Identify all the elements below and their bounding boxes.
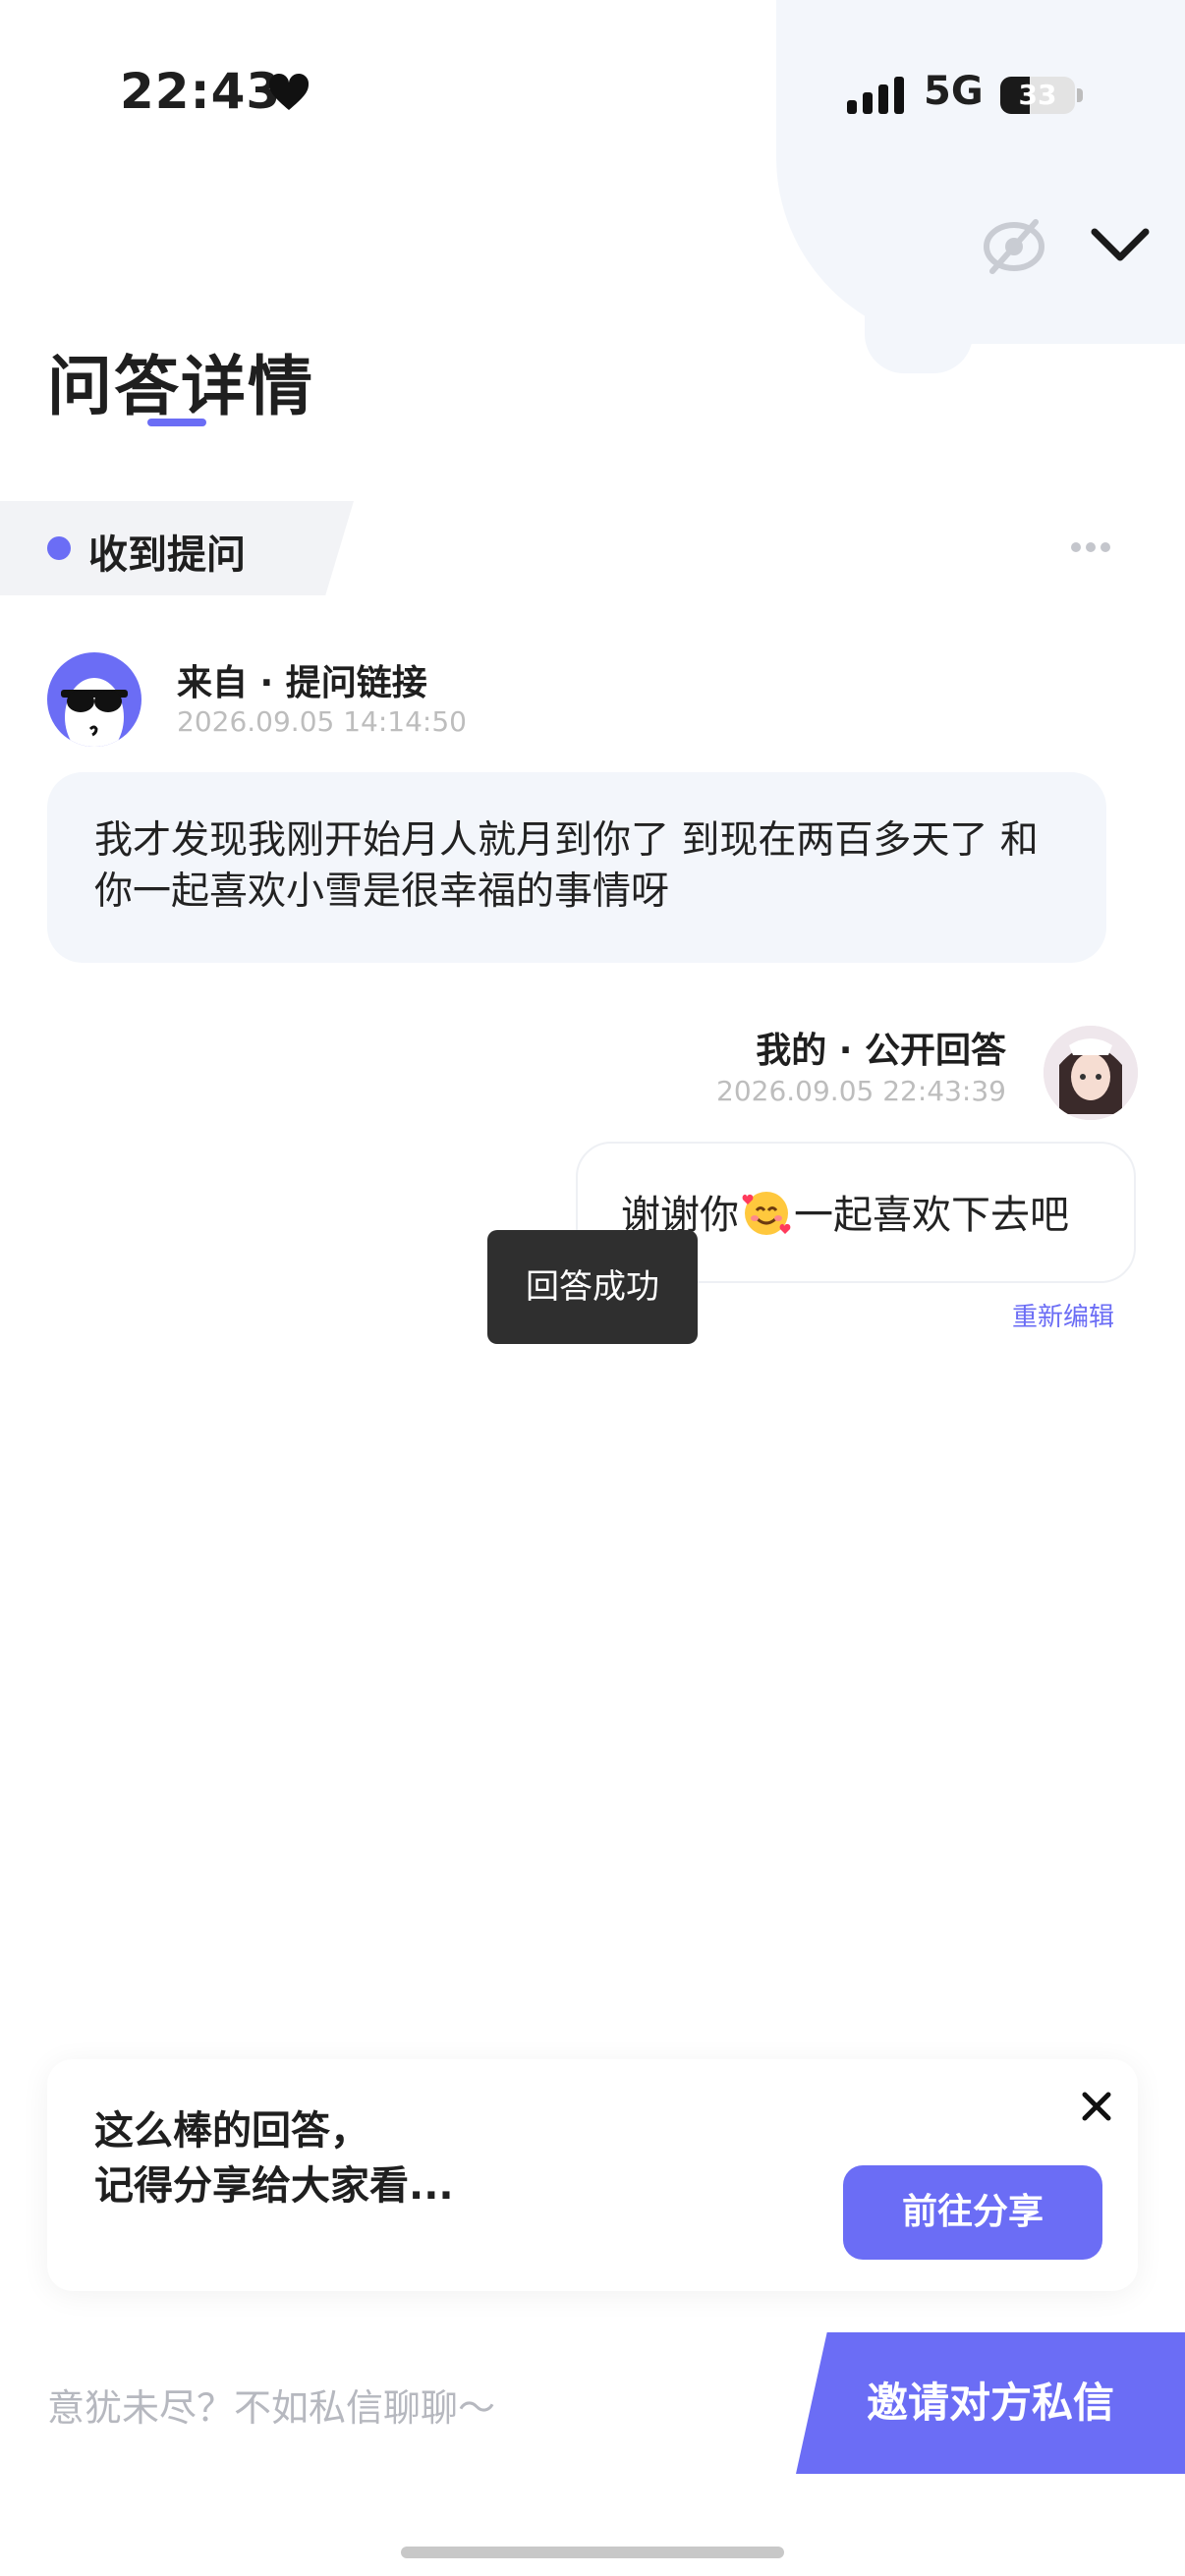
answer-text-after: 一起喜欢下去吧 [794,1193,1069,1238]
signal-icon [847,77,904,114]
share-card: 这么棒的回答， 记得分享给大家看... 前往分享 [47,2059,1138,2291]
message-input[interactable]: 意犹未尽？不如私信聊聊～ [47,2378,495,2432]
decorative-blob-tail [865,295,973,373]
question-bubble: 我才发现我刚开始月人就月到你了 到现在两百多天了 和你一起喜欢小雪是很幸福的事情… [47,772,1106,963]
go-share-button[interactable]: 前往分享 [843,2165,1102,2260]
user-avatar-icon [1044,1026,1138,1120]
close-icon[interactable] [1077,2087,1116,2126]
share-card-line1: 这么棒的回答， [94,2108,369,2154]
decorative-blob [776,0,1185,344]
share-card-line2: 记得分享给大家看... [94,2163,454,2209]
sunglasses-avatar-icon [61,678,128,747]
battery-nub [1077,88,1083,102]
success-toast: 回答成功 [487,1230,698,1344]
home-indicator [401,2547,784,2558]
network-label: 5G [924,69,984,114]
title-underline [147,419,206,426]
battery-icon: 33 [1000,77,1075,114]
reedit-link[interactable]: 重新编辑 [983,1297,1114,1333]
more-options-icon[interactable] [1071,542,1110,554]
question-source: 来自 · 提问链接 [177,663,427,703]
answer-author: 我的 · 公开回答 [756,1031,1006,1071]
invite-dm-label: 邀请对方私信 [867,2379,1115,2427]
chevron-down-icon[interactable] [1089,224,1152,267]
heart-icon [268,73,310,110]
battery-level: 33 [1018,79,1057,111]
avatar [47,652,141,747]
question-text: 我才发现我刚开始月人就月到你了 到现在两百多天了 和你一起喜欢小雪是很幸福的事情… [94,818,1039,914]
answer-timestamp: 2026.09.05 22:43:39 [716,1075,1006,1107]
section-dot [47,536,71,560]
section-label: 收到提问 [88,532,246,578]
question-timestamp: 2026.09.05 14:14:50 [177,705,467,738]
smiling-face-with-hearts-icon [742,1192,791,1235]
invite-dm-button[interactable]: 邀请对方私信 [796,2332,1185,2474]
page-title: 问答详情 [47,349,314,424]
status-time: 22:43 [120,63,282,120]
avatar[interactable] [1044,1026,1138,1120]
eye-off-icon[interactable] [983,218,1045,275]
